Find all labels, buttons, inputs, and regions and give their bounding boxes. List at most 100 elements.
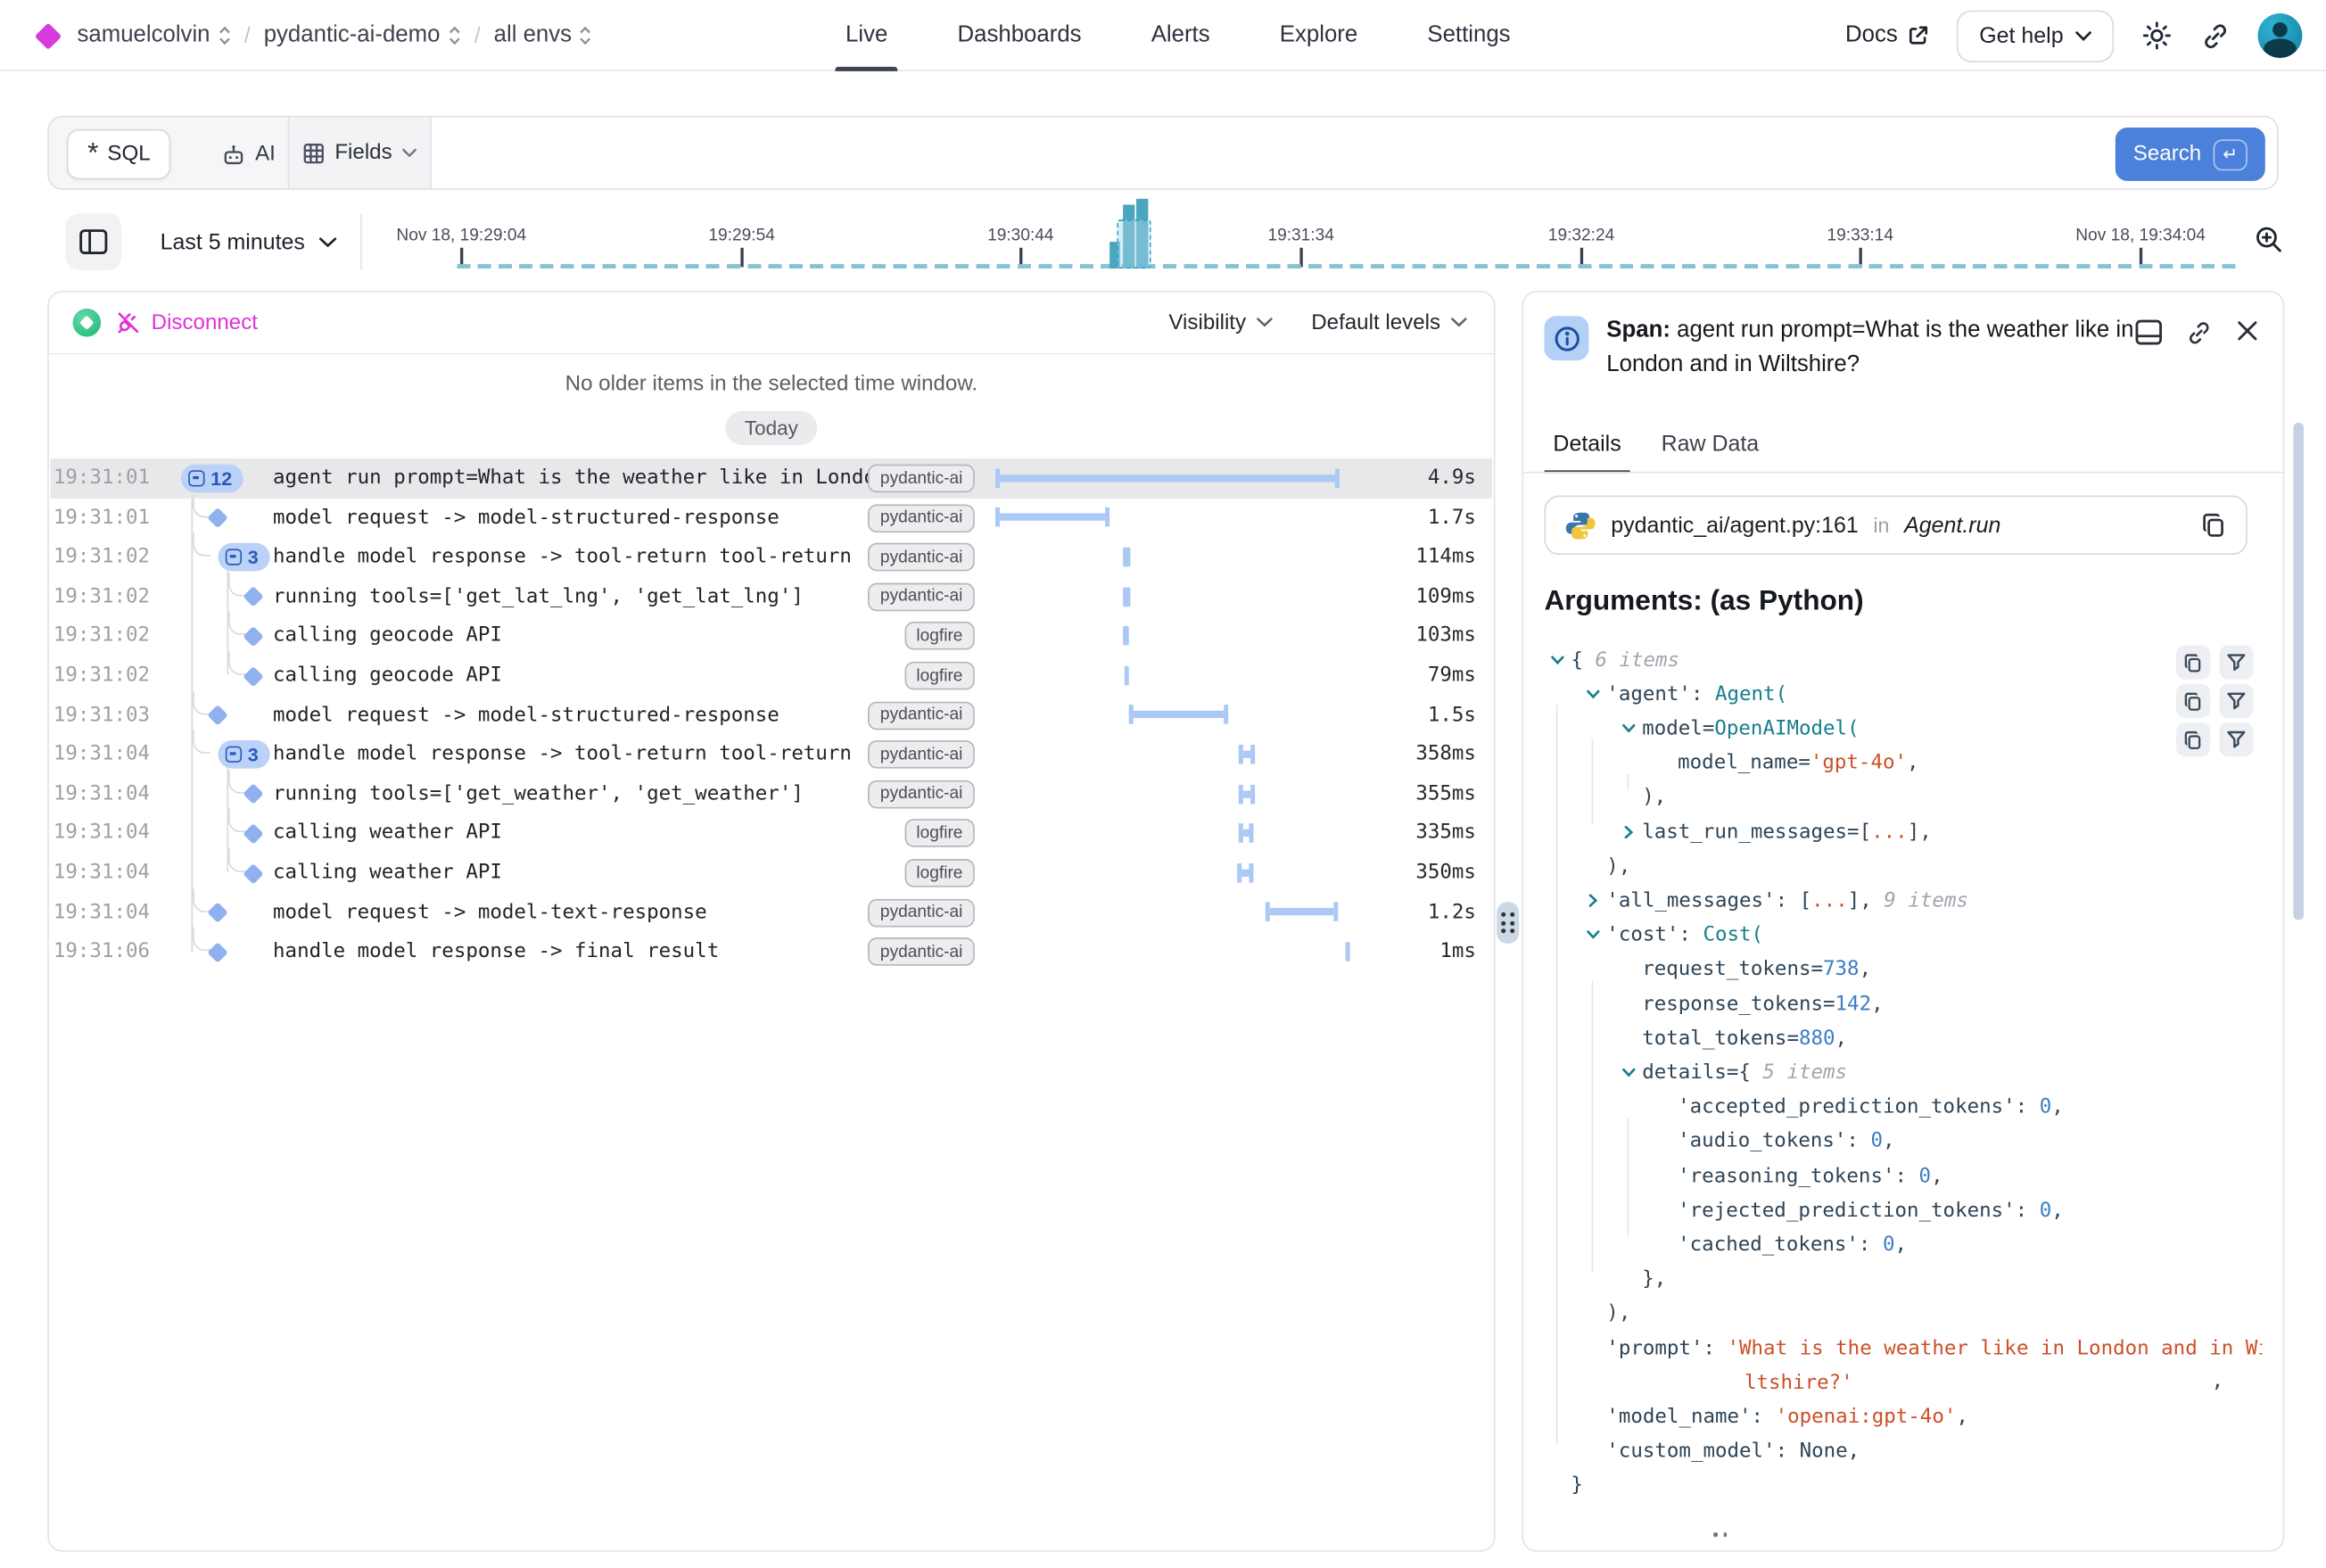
trace-row[interactable]: 19:31:04calling weather APIlogfire335ms [51, 813, 1493, 853]
visibility-dropdown[interactable]: Visibility [1168, 310, 1273, 334]
filter-funnel-icon[interactable] [2219, 646, 2253, 680]
docs-link[interactable]: Docs [1845, 22, 1930, 49]
trace-row[interactable]: 19:31:02calling geocode APIlogfire103ms [51, 616, 1493, 656]
collapse-caret-icon[interactable] [1621, 721, 1637, 736]
dock-panel-icon[interactable] [2134, 319, 2163, 346]
breadcrumb-org[interactable]: samuelcolvin [77, 22, 230, 49]
collapse-badge[interactable]: 12 [181, 464, 244, 492]
trace-row[interactable]: 19:31:04running tools=['get_weather', 'g… [51, 774, 1493, 813]
trace-row[interactable]: 19:31:04model request -> model-text-resp… [51, 893, 1493, 932]
span-diamond-icon [208, 942, 227, 961]
clipped-content-marker [1713, 1532, 1727, 1536]
code-segment: 0 [2040, 1095, 2052, 1119]
filter-funnel-icon[interactable] [2219, 722, 2253, 756]
expand-caret-icon[interactable] [1621, 824, 1637, 839]
sql-mode-button[interactable]: * SQL [67, 129, 171, 180]
search-input[interactable] [432, 117, 2103, 188]
close-icon[interactable] [2236, 319, 2260, 343]
trace-row[interactable]: 19:31:023handle model response -> tool-r… [51, 537, 1493, 576]
default-levels-dropdown[interactable]: Default levels [1311, 310, 1467, 334]
trace-row[interactable]: 19:31:043handle model response -> tool-r… [51, 735, 1493, 774]
fields-button[interactable]: Fields [288, 117, 432, 188]
collapse-badge[interactable]: 3 [218, 543, 270, 572]
share-link-icon[interactable] [2200, 20, 2231, 51]
source-location-box: pydantic_ai/agent.py:161 in Agent.run [1544, 496, 2247, 556]
filter-funnel-icon[interactable] [2219, 684, 2253, 718]
code-segment: , [1835, 1027, 1848, 1051]
code-segment: 0 [1919, 1164, 1932, 1188]
trace-row[interactable]: 19:31:06handle model response -> final r… [51, 932, 1493, 971]
span-duration-bar [1129, 706, 1228, 725]
nav-item-alerts[interactable]: Alerts [1151, 0, 1210, 71]
code-segment: 'custom_model': [1606, 1440, 1799, 1464]
code-segment: 0 [1883, 1233, 1895, 1257]
copy-icon[interactable] [2176, 722, 2210, 756]
source-file[interactable]: pydantic_ai/agent.py:161 [1611, 513, 1858, 538]
tab-raw-data[interactable]: Raw Data [1662, 432, 1760, 472]
get-help-button[interactable]: Get help [1957, 10, 2114, 62]
search-button[interactable]: Search ↵ [2116, 128, 2265, 181]
collapse-caret-icon[interactable] [1586, 687, 1601, 702]
code-line: 'model_name': 'openai:gpt-4o', [1606, 1399, 1968, 1434]
today-chip[interactable]: Today [725, 411, 817, 445]
code-segment: Cost( [1703, 923, 1763, 947]
collapse-badge[interactable]: 3 [218, 740, 270, 769]
search-label: Search [2133, 143, 2201, 167]
code-segment: details={ [1642, 1060, 1762, 1085]
code-segment: 'audio_tokens': [1678, 1129, 1870, 1153]
breadcrumb-project[interactable]: pydantic-ai-demo [264, 22, 461, 49]
timeline-tick-label: Nov 18, 19:29:04 [396, 227, 526, 244]
copy-icon[interactable] [2176, 684, 2210, 718]
trace-row[interactable]: 19:31:03model request -> model-structure… [51, 695, 1493, 734]
copy-icon[interactable] [2201, 512, 2226, 539]
trace-row[interactable]: 19:31:01model request -> model-structure… [51, 498, 1493, 537]
trace-row[interactable]: 19:31:02running tools=['get_lat_lng', 'g… [51, 577, 1493, 616]
time-range-selector[interactable]: Last 5 minutes [161, 208, 336, 276]
trace-row-duration: 1.5s [1428, 695, 1476, 734]
code-line: 'accepted_prediction_tokens': 0, [1678, 1090, 2064, 1125]
zoom-in-icon[interactable] [2253, 224, 2284, 255]
timeline-selection[interactable] [1117, 219, 1151, 268]
collapse-caret-icon[interactable] [1550, 652, 1565, 667]
scope-tag: pydantic-ai [869, 543, 975, 572]
ai-mode-button[interactable]: AI [221, 129, 276, 180]
scope-tag: pydantic-ai [869, 780, 975, 809]
theme-toggle-sun-icon[interactable] [2140, 20, 2173, 53]
disconnect-button[interactable]: Disconnect [116, 310, 258, 335]
nav-item-dashboards[interactable]: Dashboards [958, 0, 1082, 71]
copy-link-icon[interactable] [2185, 319, 2214, 348]
window-scrollbar[interactable] [2293, 423, 2303, 920]
code-segment: request_tokens= [1642, 957, 1823, 981]
trace-row-duration: 1ms [1439, 932, 1476, 971]
nav-item-settings[interactable]: Settings [1427, 0, 1510, 71]
code-segment: }, [1642, 1267, 1666, 1292]
trace-row[interactable]: 19:31:02calling geocode APIlogfire79ms [51, 656, 1493, 695]
trace-row[interactable]: 19:31:04calling weather APIlogfire350ms [51, 853, 1493, 892]
timeline-tick-label: Nov 18, 19:34:04 [2075, 227, 2206, 244]
expand-caret-icon[interactable] [1586, 893, 1601, 908]
indent-guide [1628, 1118, 1629, 1236]
logfire-logo-icon[interactable] [35, 22, 62, 50]
collapse-caret-icon[interactable] [1586, 928, 1601, 943]
breadcrumb-env[interactable]: all envs [494, 22, 593, 49]
code-segment: 880 [1799, 1027, 1835, 1051]
collapse-caret-icon[interactable] [1621, 1065, 1637, 1080]
nav-item-live[interactable]: Live [845, 0, 887, 71]
span-header-actions [2134, 319, 2259, 348]
sidebar-toggle-button[interactable] [65, 214, 121, 270]
scope-tag: pydantic-ai [869, 937, 975, 966]
code-actions-row [2176, 646, 2253, 680]
tree-elbow [193, 928, 210, 952]
panel-resize-handle[interactable] [1497, 902, 1519, 944]
trace-row[interactable]: 19:31:0112agent run prompt=What is the w… [51, 458, 1493, 498]
trace-row-label: handle model response -> tool-return too… [273, 537, 870, 576]
user-avatar[interactable] [2257, 13, 2302, 58]
tab-details[interactable]: Details [1553, 432, 1621, 472]
code-segment: Agent( [1715, 682, 1787, 706]
span-duration-bar [1123, 626, 1129, 646]
nav-item-explore[interactable]: Explore [1280, 0, 1357, 71]
code-segment: , [1907, 751, 1919, 775]
code-line: model_name='gpt-4o', [1678, 746, 1918, 780]
scope-tag: logfire [904, 623, 975, 651]
copy-icon[interactable] [2176, 646, 2210, 680]
